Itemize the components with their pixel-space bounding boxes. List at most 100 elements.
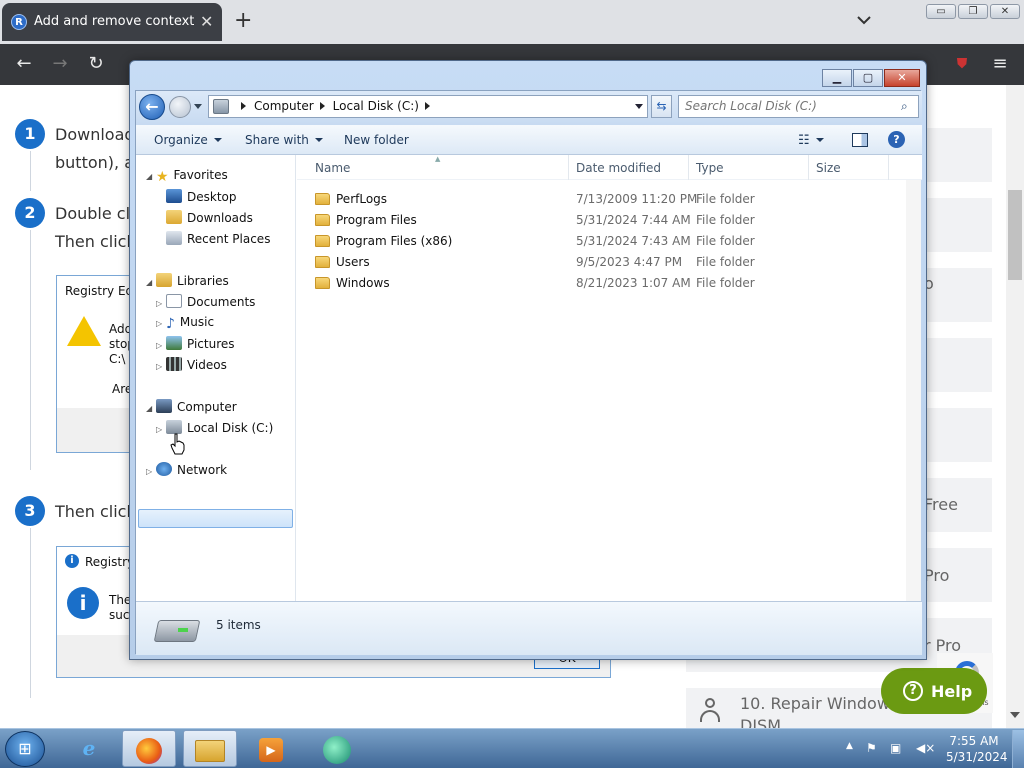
tree-favorites[interactable]: ◢ ★ Favorites bbox=[146, 168, 228, 185]
breadcrumb-separator-icon[interactable] bbox=[424, 102, 430, 110]
search-input[interactable] bbox=[685, 99, 895, 113]
show-hidden-icons[interactable]: ▲ bbox=[846, 741, 853, 751]
file-date: 5/31/2024 7:43 AM bbox=[576, 234, 691, 248]
tree-downloads[interactable]: Downloads bbox=[166, 210, 253, 225]
collapsed-icon[interactable]: ▷ bbox=[156, 299, 162, 308]
warning-icon bbox=[67, 316, 101, 346]
new-tab-button[interactable]: + bbox=[234, 9, 252, 33]
file-name-cell: Program Files bbox=[315, 213, 417, 227]
browser-minimize-button[interactable]: ▭ bbox=[926, 4, 956, 19]
address-bar[interactable]: Computer Local Disk (C:) bbox=[208, 95, 648, 118]
view-options-icon[interactable]: ☷ bbox=[798, 133, 824, 148]
file-name-cell: Program Files (x86) bbox=[315, 234, 452, 248]
forward-button[interactable] bbox=[169, 96, 191, 118]
address-dropdown-icon[interactable] bbox=[635, 104, 643, 109]
file-row[interactable]: Users 9/5/2023 4:47 PM File folder bbox=[315, 253, 895, 272]
column-name[interactable]: Name bbox=[315, 161, 350, 175]
help-button[interactable]: ? Help bbox=[881, 668, 987, 714]
start-button[interactable]: ⊞ bbox=[5, 731, 45, 767]
column-type[interactable]: Type bbox=[696, 161, 724, 175]
recent-places-icon bbox=[166, 231, 182, 245]
column-separator[interactable] bbox=[808, 155, 809, 180]
tree-music[interactable]: ▷ ♪ Music bbox=[156, 315, 214, 332]
browser-close-button[interactable]: ✕ bbox=[990, 4, 1020, 19]
firefox-taskbar-button[interactable] bbox=[122, 730, 176, 767]
forward-arrow-icon[interactable]: → bbox=[50, 54, 70, 74]
internet-explorer-icon[interactable]: e bbox=[62, 730, 116, 767]
tree-pictures[interactable]: ▷ Pictures bbox=[156, 336, 235, 351]
tree-videos[interactable]: ▷ Videos bbox=[156, 357, 227, 372]
media-player-icon[interactable]: ▶ bbox=[244, 730, 298, 767]
step-number: 2 bbox=[15, 198, 45, 228]
browser-tab[interactable]: R Add and remove context menu ✕ bbox=[2, 3, 222, 41]
refresh-button[interactable]: ⇆ bbox=[651, 95, 672, 118]
preview-pane-icon[interactable] bbox=[852, 133, 868, 147]
tree-libraries[interactable]: ◢ Libraries bbox=[146, 273, 229, 288]
column-separator[interactable] bbox=[888, 155, 889, 180]
breadcrumb: Computer Local Disk (C:) bbox=[235, 99, 438, 113]
tree-desktop[interactable]: Desktop bbox=[166, 189, 237, 204]
action-center-flag-icon[interactable]: ⚑ bbox=[866, 741, 877, 755]
help-icon[interactable]: ? bbox=[888, 131, 905, 148]
explorer-taskbar-button[interactable] bbox=[183, 730, 237, 767]
page-scrollbar-thumb[interactable] bbox=[1008, 190, 1022, 280]
tree-documents[interactable]: ▷ Documents bbox=[156, 294, 255, 309]
back-button[interactable]: ← bbox=[139, 94, 165, 120]
volume-muted-icon[interactable]: ◀× bbox=[916, 741, 935, 755]
tab-list-chevron-icon[interactable] bbox=[856, 12, 872, 28]
new-folder-button[interactable]: New folder bbox=[344, 133, 409, 147]
collapsed-icon[interactable]: ▷ bbox=[156, 425, 162, 434]
collapsed-icon[interactable]: ▷ bbox=[146, 467, 152, 476]
tree-label: Favorites bbox=[173, 168, 228, 182]
tree-label: Network bbox=[176, 463, 228, 477]
file-row[interactable]: Program Files (x86) 5/31/2024 7:43 AM Fi… bbox=[315, 232, 895, 251]
breadcrumb-local-disk[interactable]: Local Disk (C:) bbox=[333, 99, 419, 113]
breadcrumb-separator-icon[interactable] bbox=[241, 102, 246, 110]
explorer-maximize-button[interactable]: ▢ bbox=[853, 69, 883, 87]
firefox-icon bbox=[136, 737, 162, 764]
column-date-modified[interactable]: Date modified bbox=[576, 161, 661, 175]
file-name-cell: PerfLogs bbox=[315, 192, 387, 206]
back-arrow-icon[interactable]: ← bbox=[14, 54, 34, 74]
tree-label: Videos bbox=[186, 358, 227, 372]
expanded-icon[interactable]: ◢ bbox=[146, 278, 152, 287]
ublock-extension-icon[interactable]: ⛊ bbox=[952, 54, 972, 74]
collapsed-icon[interactable]: ▷ bbox=[156, 319, 162, 328]
browser-restore-button[interactable]: ❐ bbox=[958, 4, 988, 19]
hand-cursor-icon bbox=[170, 433, 185, 455]
column-separator[interactable] bbox=[688, 155, 689, 180]
collapsed-icon[interactable]: ▷ bbox=[156, 362, 162, 371]
file-row[interactable]: Windows 8/21/2023 1:07 AM File folder bbox=[315, 274, 895, 293]
tree-computer[interactable]: ◢ Computer bbox=[146, 399, 237, 414]
expanded-icon[interactable]: ◢ bbox=[146, 172, 152, 181]
system-clock[interactable]: 7:55 AM 5/31/2024 bbox=[946, 733, 1008, 765]
explorer-minimize-button[interactable]: ▁ bbox=[822, 69, 852, 87]
search-box[interactable]: ⌕ bbox=[678, 95, 919, 118]
page-scrollbar[interactable] bbox=[1006, 85, 1024, 728]
tree-recent-places[interactable]: Recent Places bbox=[166, 231, 270, 246]
app-globe-icon[interactable] bbox=[310, 730, 364, 767]
breadcrumb-computer[interactable]: Computer bbox=[254, 99, 314, 113]
menu-hamburger-icon[interactable]: ≡ bbox=[990, 54, 1010, 74]
search-icon[interactable]: ⌕ bbox=[901, 99, 908, 114]
show-desktop-button[interactable] bbox=[1012, 730, 1024, 768]
share-with-menu[interactable]: Share with bbox=[245, 133, 323, 147]
file-row[interactable]: Program Files 5/31/2024 7:44 AM File fol… bbox=[315, 211, 895, 230]
scroll-down-icon[interactable] bbox=[1010, 712, 1020, 718]
collapsed-icon[interactable]: ▷ bbox=[156, 341, 162, 350]
organize-menu[interactable]: Organize bbox=[154, 133, 222, 147]
tab-close-icon[interactable]: ✕ bbox=[200, 12, 213, 31]
file-row[interactable]: PerfLogs 7/13/2009 11:20 PM File folder bbox=[315, 190, 895, 209]
history-dropdown-icon[interactable] bbox=[194, 104, 202, 109]
sidebar-item-label: 10. Repair Windows bbox=[740, 694, 899, 713]
network-tray-icon[interactable]: ▣ bbox=[890, 741, 901, 755]
breadcrumb-separator-icon[interactable] bbox=[319, 102, 325, 110]
reload-icon[interactable]: ↻ bbox=[86, 54, 106, 74]
column-size[interactable]: Size bbox=[816, 161, 841, 175]
explorer-close-button[interactable]: ✕ bbox=[884, 69, 920, 87]
file-list-scrollbar[interactable] bbox=[906, 180, 921, 601]
tree-network[interactable]: ▷ Network bbox=[146, 462, 227, 477]
expanded-icon[interactable]: ◢ bbox=[146, 404, 152, 413]
folder-icon bbox=[315, 277, 330, 289]
column-separator[interactable] bbox=[568, 155, 569, 180]
